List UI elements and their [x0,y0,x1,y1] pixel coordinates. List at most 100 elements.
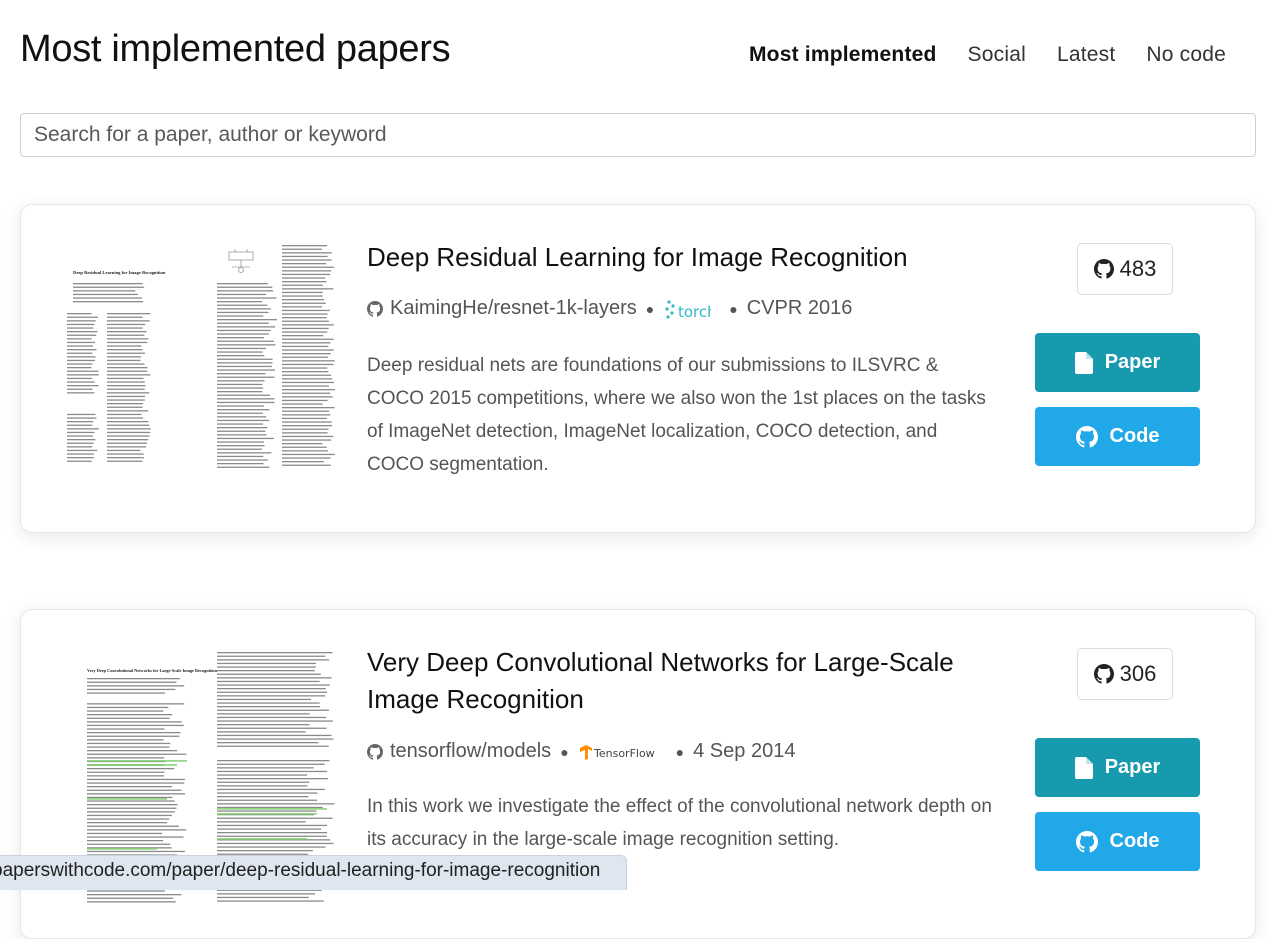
text-line [107,316,143,318]
paper-thumbnail[interactable]: Deep Residual Learning for Image Recogni… [67,243,335,503]
text-line [282,309,330,312]
paper-title[interactable]: Very Deep Convolutional Networks for Lar… [367,644,997,718]
text-line [107,341,148,344]
text-line [282,356,328,358]
text-line [87,724,184,727]
text-line [282,324,334,326]
text-line [87,757,165,759]
text-line [217,655,326,657]
text-line [87,850,185,853]
text-line [217,792,318,794]
text-line [217,311,269,314]
paper-button[interactable]: Paper [1035,333,1200,392]
separator-dot: ● [560,743,569,760]
text-line [107,356,141,358]
text-line [217,770,328,773]
tab-most-implemented[interactable]: Most implemented [749,43,937,67]
text-line [107,410,149,412]
text-line [282,342,331,344]
text-line [282,273,331,276]
text-line [107,388,145,390]
text-line [282,320,329,322]
text-line [107,313,151,315]
text-line [217,828,322,830]
tab-latest[interactable]: Latest [1057,43,1115,67]
text-line [217,720,333,722]
paper-title[interactable]: Deep Residual Learning for Image Recogni… [367,239,997,276]
text-line [217,376,275,378]
search-input[interactable] [20,113,1256,157]
text-line [87,768,175,770]
repo-link[interactable]: tensorflow/models [390,740,551,763]
text-line [282,295,323,297]
github-stars-badge[interactable]: 483 [1077,243,1173,295]
text-line [217,713,310,715]
repo-link[interactable]: KaimingHe/resnet-1k-layers [390,297,637,320]
paper-button[interactable]: Paper [1035,738,1200,797]
text-line [217,401,275,404]
text-line [282,284,323,286]
github-stars-badge[interactable]: 306 [1077,648,1173,700]
text-line [282,266,335,268]
text-line [282,374,332,376]
code-button[interactable]: Code [1035,407,1200,466]
text-line [67,417,97,419]
text-line [217,293,266,296]
text-line [107,442,147,444]
text-line [217,365,272,368]
tab-social[interactable]: Social [968,43,1026,67]
text-line [217,806,323,809]
text-line [217,666,316,668]
text-line [217,824,327,827]
text-line [217,437,274,440]
text-line [217,326,276,328]
text-line [217,452,272,454]
text-line [217,441,264,443]
text-line [107,424,150,426]
text-line [217,835,327,837]
tab-no-code[interactable]: No code [1146,43,1226,67]
text-line [217,670,315,672]
text-line [217,680,320,683]
star-count: 306 [1119,661,1157,686]
github-icon [367,300,383,317]
text-line [217,337,264,339]
text-line [217,304,268,306]
svg-text:Deep Residual Learning for Ima: Deep Residual Learning for Image Recogni… [73,270,166,275]
text-line [107,395,145,398]
text-line [217,727,327,729]
text-line [282,327,329,330]
text-line [87,771,165,773]
text-line [282,345,329,348]
text-line [67,345,93,347]
text-line [217,799,317,801]
text-line [217,673,321,675]
text-line [217,810,317,812]
text-line [217,387,264,389]
text-line [107,349,143,351]
text-line [282,392,331,394]
text-line [217,662,316,665]
text-line [217,373,266,375]
text-line [282,288,334,290]
text-line [217,301,263,303]
text-line [217,652,333,654]
text-line [217,394,271,396]
code-button[interactable]: Code [1035,812,1200,871]
text-line [217,846,326,848]
text-line [87,728,165,730]
text-line [217,803,335,805]
text-line [87,750,178,752]
text-line [73,301,144,303]
text-line [67,453,94,455]
text-line [67,313,92,315]
text-line [217,695,326,697]
text-line [87,832,163,835]
separator-dot: ● [675,743,685,760]
text-line [217,315,264,317]
text-line [87,706,169,709]
paper-abstract: Deep residual nets are foundations of ou… [367,355,986,475]
text-line [282,414,331,416]
paper-meta: KaimingHe/resnet-1k-layers ● torch ● CVP… [367,297,852,320]
text-line [282,306,323,308]
